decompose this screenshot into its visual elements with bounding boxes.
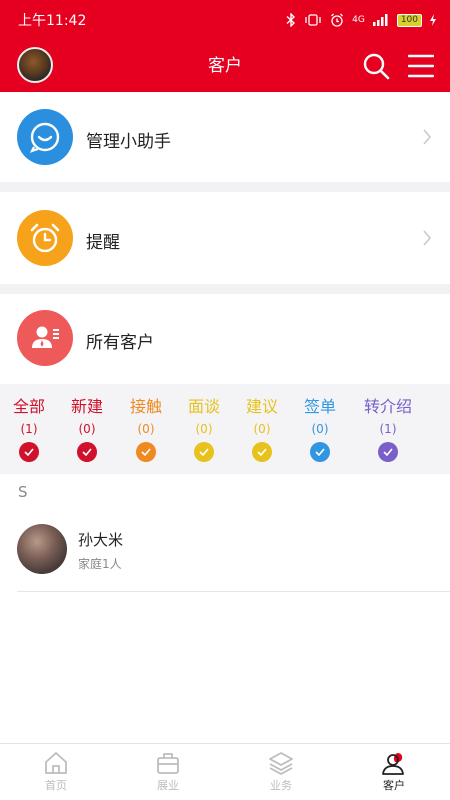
list-item-all-customers[interactable]: 所有客户 [0,294,450,384]
filter-count: (1) [379,422,397,436]
filter-label: 接触 [129,397,162,416]
tab-label: 展业 [157,779,179,792]
battery-icon: 100 [396,13,422,27]
item-label: 管理小助手 [86,132,171,152]
filter-new[interactable]: 新建 (0) [58,396,116,462]
customer-avatar [17,524,67,574]
tab-business[interactable]: 业务 [225,744,337,800]
search-icon[interactable] [362,52,390,80]
filter-interview[interactable]: 面谈 (0) [175,396,233,462]
briefcase-icon [157,753,179,774]
check-icon [378,442,398,462]
tab-label: 客户 [383,779,405,792]
filter-label: 转介绍 [363,397,412,416]
filter-count: (0) [137,422,155,436]
filter-label: 面谈 [187,397,220,416]
filter-count: (0) [253,422,271,436]
status-icons: 4G 100 [286,13,436,27]
status-bar: 上午11:42 4G 100 [0,0,450,40]
filter-label: 新建 [70,397,103,416]
network-type: 4G [352,15,365,25]
check-icon [310,442,330,462]
filter-referral[interactable]: 转介绍 (1) [353,396,423,462]
chat-bubble-icon [17,109,73,165]
check-icon [77,442,97,462]
list-divider [17,591,450,592]
filter-contact[interactable]: 接触 (0) [117,396,175,462]
divider [0,284,450,294]
header: 客户 [0,40,450,92]
customer-card-icon [17,310,73,366]
charging-icon [430,14,436,26]
item-label: 提醒 [86,233,120,253]
filter-all[interactable]: 全部 (1) [0,396,58,462]
customer-icon [382,753,404,775]
tab-home[interactable]: 首页 [0,744,112,800]
filter-signed[interactable]: 签单 (0) [291,396,349,462]
filter-proposal[interactable]: 建议 (0) [233,396,291,462]
alarm-status-icon [331,13,344,27]
filter-label: 建议 [245,397,278,416]
bluetooth-icon [286,13,296,27]
section-index-letter: S [18,483,28,501]
chevron-right-icon [423,230,431,246]
check-icon [252,442,272,462]
vibrate-icon [305,14,321,26]
chevron-right-icon [423,129,431,145]
check-icon [194,442,214,462]
tab-business-expansion[interactable]: 展业 [112,744,224,800]
status-filter-bar: 全部 (1) 新建 (0) 接触 (0) 面谈 (0) 建议 (0) 签单 (0… [0,384,450,474]
check-icon [136,442,156,462]
signal-icon [372,14,388,26]
tab-label: 首页 [45,779,67,792]
tab-label: 业务 [270,779,292,792]
filter-count: (0) [78,422,96,436]
home-icon [45,752,67,774]
customer-name: 孙大米 [78,531,124,549]
bottom-tab-bar: 首页 展业 业务 客户 [0,743,450,800]
status-time: 上午11:42 [18,13,87,29]
tab-customer[interactable]: 客户 [338,744,450,800]
filter-count: (0) [195,422,213,436]
filter-count: (1) [20,422,38,436]
layers-icon [269,752,293,775]
filter-label: 签单 [303,397,336,416]
customer-row[interactable]: 孙大米 家庭1人 [0,515,450,591]
divider [0,182,450,192]
check-icon [19,442,39,462]
list-item-reminder[interactable]: 提醒 [0,192,450,284]
alarm-clock-icon [17,210,73,266]
filter-count: (0) [311,422,329,436]
customer-detail: 家庭1人 [78,557,122,571]
item-label: 所有客户 [86,333,154,353]
list-item-assistant[interactable]: 管理小助手 [0,92,450,182]
menu-icon[interactable] [408,52,434,80]
filter-label: 全部 [12,397,45,416]
